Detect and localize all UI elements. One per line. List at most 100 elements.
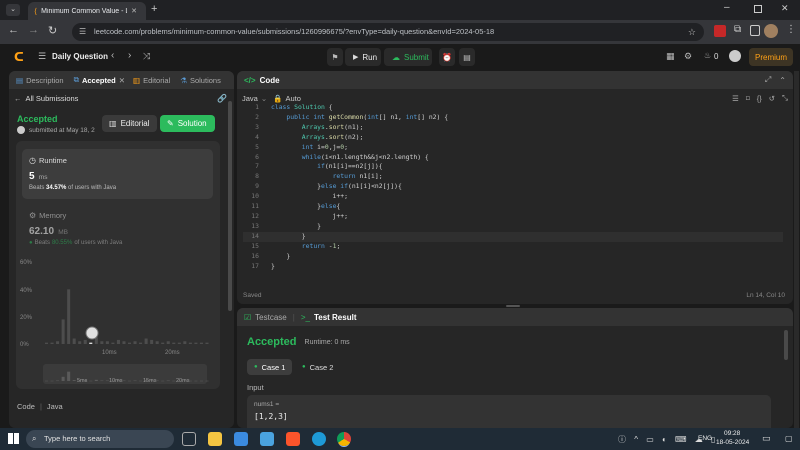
leetcode-logo-icon[interactable]: ᑕ	[14, 50, 24, 64]
runtime-bar[interactable]	[177, 342, 181, 344]
language-chevron-icon[interactable]: ⌄	[261, 94, 267, 103]
puzzle-icon[interactable]: ⧉	[734, 24, 741, 35]
runtime-bar[interactable]	[105, 341, 109, 344]
windows-start-icon[interactable]	[8, 433, 19, 444]
runtime-bar[interactable]	[139, 342, 143, 344]
notifications-icon[interactable]: ▭	[762, 433, 771, 444]
taskbar-search[interactable]: ⌕ Type here to search	[26, 430, 174, 448]
browser-tab[interactable]: ⟨ Minimum Common Value - Lee ✕	[28, 2, 146, 20]
code-line[interactable]: 8 return n1[i];	[243, 172, 783, 182]
code-line[interactable]: 14 }	[243, 231, 783, 242]
code-line[interactable]: 6 while(i<n1.length&&j<n2.length) {	[243, 153, 783, 163]
site-info-icon[interactable]: ☰	[79, 23, 86, 41]
code-line[interactable]: 16 }	[243, 252, 783, 262]
tab-test-result[interactable]: Test Result	[314, 313, 357, 322]
close-accepted-tab-icon[interactable]: ✕	[119, 76, 125, 85]
runtime-bar[interactable]	[166, 341, 170, 344]
runtime-bar[interactable]	[116, 339, 120, 344]
runtime-bar[interactable]	[172, 342, 176, 344]
code-line[interactable]: 10 i++;	[243, 192, 783, 202]
tab-description[interactable]: Description	[26, 76, 64, 85]
runtime-bar[interactable]	[205, 342, 209, 344]
tab-editorial[interactable]: Editorial	[143, 76, 170, 85]
runtime-bar[interactable]	[133, 341, 137, 344]
minimize-icon[interactable]: –	[724, 2, 730, 13]
code-line[interactable]: 12 j++;	[243, 212, 783, 222]
link-icon[interactable]: 🔗	[217, 94, 227, 103]
code-line[interactable]: 9 }else if(n1[i]<n2[j]){	[243, 182, 783, 192]
task-view-icon[interactable]	[182, 432, 196, 446]
code-line[interactable]: 11 }else{	[243, 202, 783, 212]
runtime-bar[interactable]	[78, 341, 82, 344]
runtime-distribution-chart[interactable]: 60% 40% 20% 0% 10ms 20ms 5ms 10ms 15ms 2…	[16, 255, 220, 389]
runtime-bar[interactable]	[122, 341, 126, 344]
close-tab-icon[interactable]: ✕	[131, 7, 137, 15]
back-icon[interactable]: ←	[8, 24, 19, 36]
clock-time[interactable]: 09:28	[724, 430, 740, 437]
memory-box[interactable]: ⚙ Memory 62.10 MB ● Beats 80.55% of user…	[22, 205, 213, 253]
runtime-bar[interactable]	[72, 338, 76, 344]
maximize-panel-icon[interactable]: ⤢	[765, 75, 771, 85]
runtime-bar[interactable]	[155, 341, 159, 344]
code-line[interactable]: 7 if(n1[i]==n2[j]){	[243, 162, 783, 172]
bookmark-icon[interactable]: ⌑	[746, 94, 750, 103]
extension-icon[interactable]	[714, 25, 726, 37]
debug-button[interactable]: ⚑	[327, 48, 343, 66]
mode-label[interactable]: Auto	[285, 94, 300, 103]
code-line[interactable]: 4 Arrays.sort(n2);	[243, 133, 783, 143]
solution-button[interactable]: ✎ Solution	[160, 115, 215, 132]
runtime-bar[interactable]	[56, 341, 60, 344]
runtime-bar[interactable]	[100, 341, 104, 344]
timer-button[interactable]: ⏰	[439, 48, 455, 66]
runtime-box[interactable]: ◷ Runtime 5 ms Beats 34.57% of users wit…	[22, 149, 213, 199]
brave-browser-icon[interactable]	[286, 432, 300, 446]
page-scrollbar[interactable]	[794, 71, 799, 428]
shuffle-icon[interactable]: ⤨	[143, 51, 150, 62]
new-tab-icon[interactable]: +	[151, 3, 157, 15]
language-indicator[interactable]: ENG	[698, 435, 712, 442]
reload-icon[interactable]: ↻	[48, 24, 57, 37]
runtime-bar[interactable]	[183, 341, 187, 344]
runtime-bar[interactable]	[83, 339, 87, 344]
chrome-browser-icon[interactable]	[337, 432, 351, 446]
submit-button[interactable]: ☁ Submit	[384, 48, 432, 66]
runtime-bar[interactable]	[150, 339, 154, 344]
fullscreen-icon[interactable]: ⤡	[782, 93, 788, 103]
premium-button[interactable]: Premium	[749, 48, 794, 66]
daily-question-title[interactable]: Daily Question	[52, 52, 108, 61]
format-icon[interactable]: ☰	[732, 94, 739, 103]
test-scrollbar[interactable]	[784, 330, 788, 360]
browser-menu-icon[interactable]: ⋮	[786, 24, 796, 35]
clock-date[interactable]: 18-05-2024	[716, 439, 749, 446]
code-line[interactable]: 1 class Solution {	[243, 103, 783, 113]
prev-problem-icon[interactable]: ‹	[111, 50, 114, 61]
code-line[interactable]: 13 }	[243, 222, 783, 232]
tab-testcase[interactable]: Testcase	[255, 313, 287, 322]
tab-menu-icon[interactable]: ⌄	[6, 4, 20, 16]
runtime-bar[interactable]	[199, 342, 203, 344]
runtime-bar[interactable]	[61, 319, 65, 344]
close-window-icon[interactable]: ✕	[781, 3, 789, 14]
language-select[interactable]: Java	[242, 94, 258, 103]
case-2-tab[interactable]: ● Case 2	[295, 359, 340, 375]
run-button[interactable]: ▶ Run	[345, 48, 381, 66]
maximize-icon[interactable]	[754, 5, 762, 13]
mail-icon[interactable]	[234, 432, 248, 446]
layout-icon[interactable]: ▦	[666, 51, 675, 62]
url-field[interactable]: ☰ leetcode.com/problems/minimum-common-v…	[72, 23, 704, 41]
edge-browser-icon[interactable]	[312, 432, 326, 446]
runtime-bar[interactable]	[194, 342, 198, 344]
left-scrollbar[interactable]	[228, 101, 232, 311]
photos-icon[interactable]	[260, 432, 274, 446]
code-line[interactable]: 2 public int getCommon(int[] n1, int[] n…	[243, 113, 783, 123]
runtime-bar[interactable]	[161, 342, 165, 344]
file-explorer-icon[interactable]	[208, 432, 222, 446]
code-line[interactable]: 17}	[243, 262, 783, 272]
runtime-bar[interactable]	[50, 342, 54, 344]
collapse-panel-icon[interactable]: ⌃	[779, 76, 786, 85]
tab-accepted[interactable]: Accepted	[82, 76, 116, 85]
user-avatar[interactable]	[729, 50, 741, 62]
code-line[interactable]: 15 return -1;	[243, 242, 783, 252]
runtime-bar[interactable]	[67, 289, 71, 344]
panel-resize-handle[interactable]	[506, 305, 520, 307]
